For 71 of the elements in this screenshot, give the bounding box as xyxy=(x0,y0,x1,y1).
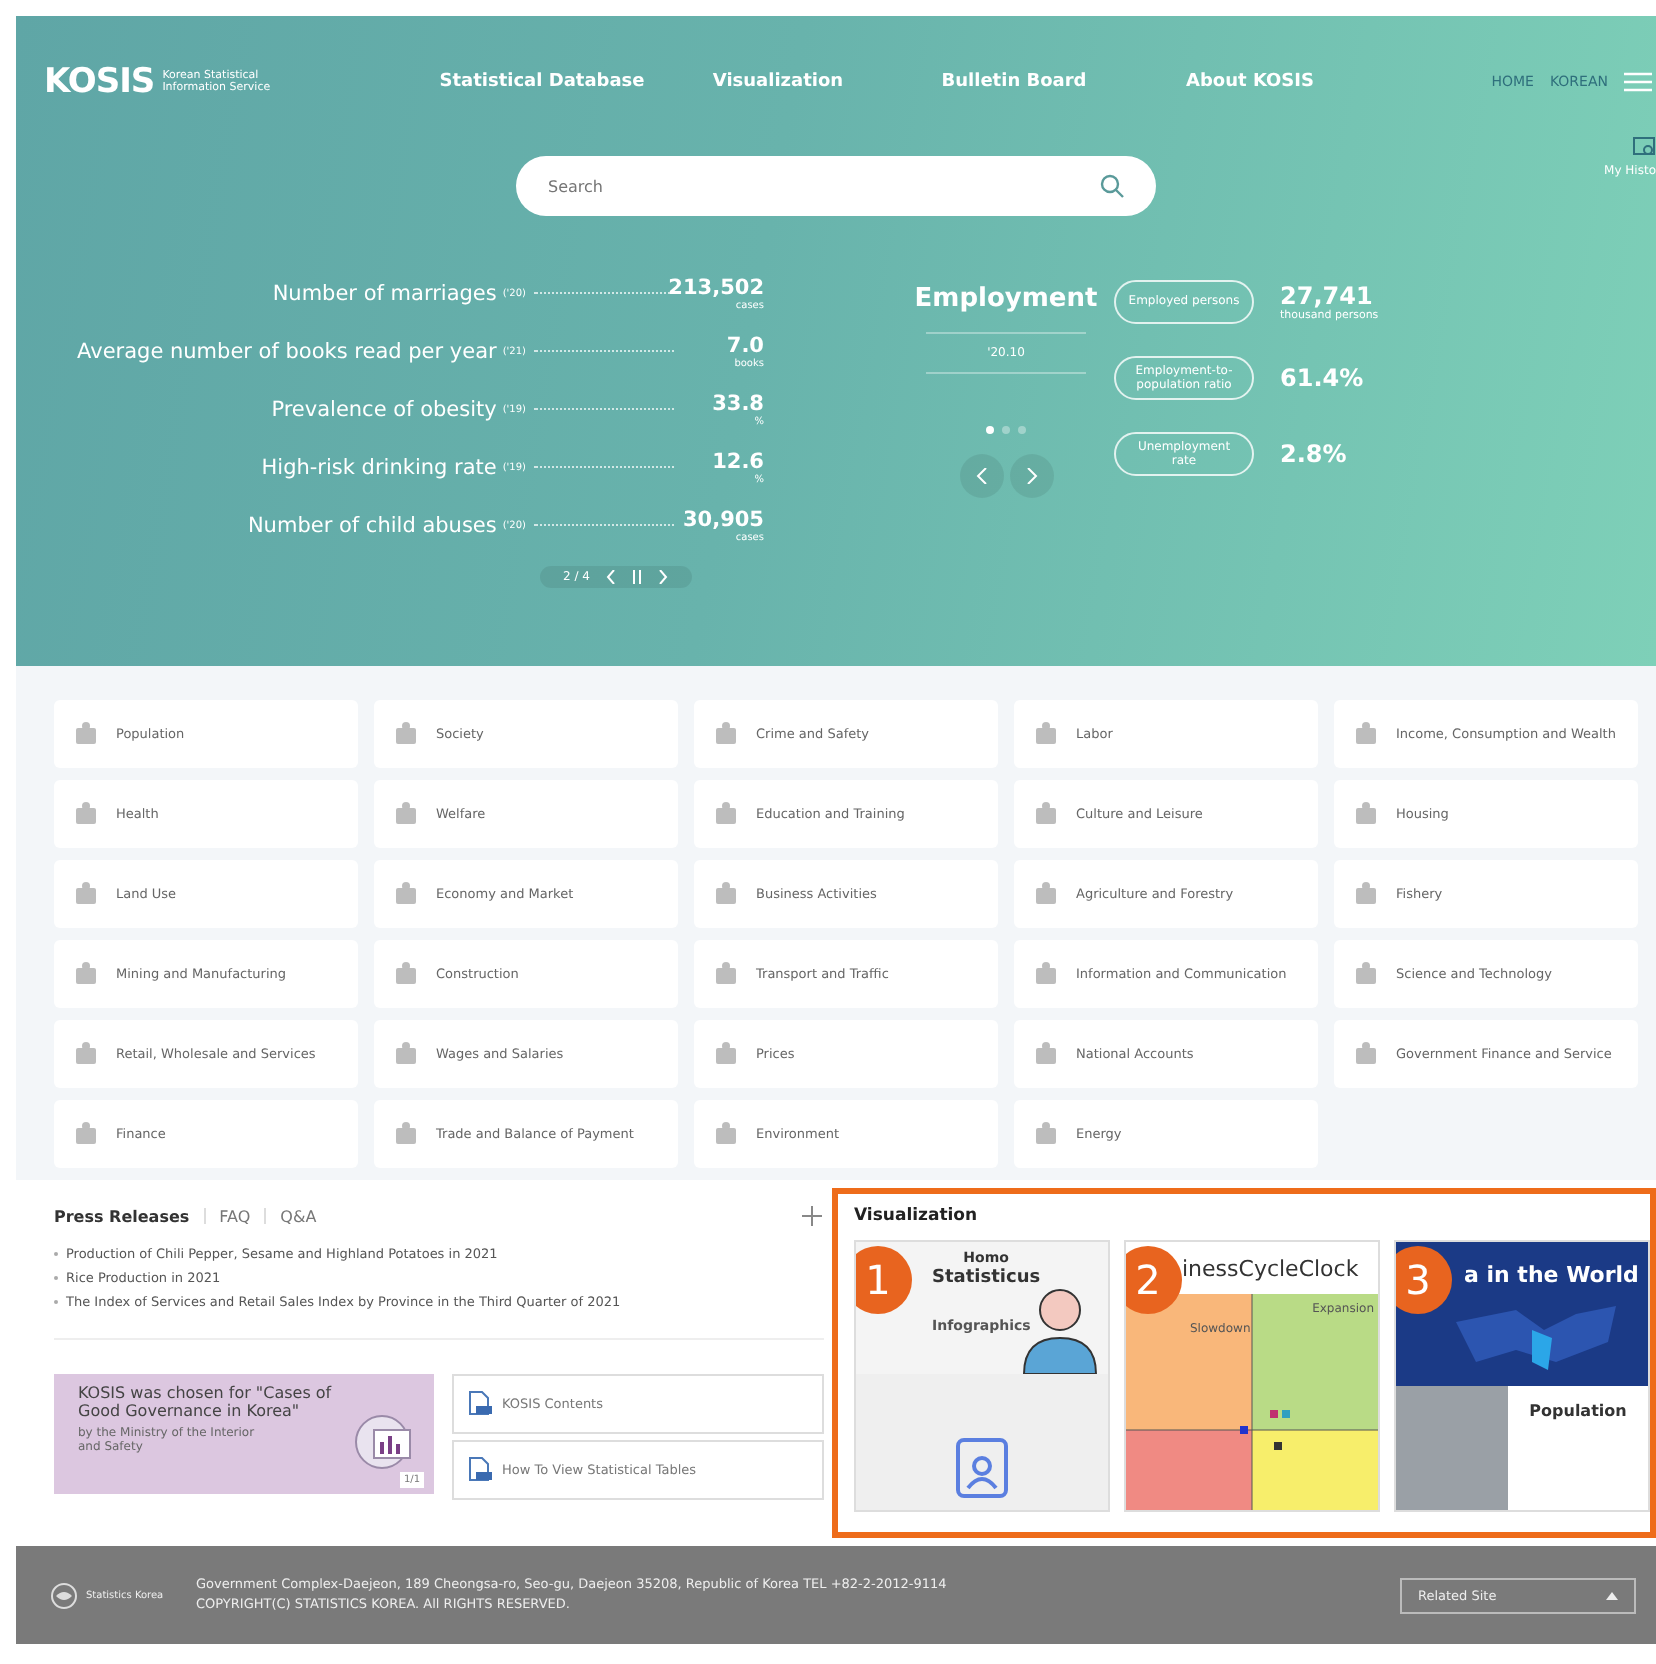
pictogram-icon xyxy=(1032,720,1060,748)
search-icon[interactable] xyxy=(1100,174,1124,198)
pictogram-icon xyxy=(1032,800,1060,828)
pictogram-icon xyxy=(712,720,740,748)
indicator-label: Number of child abuses xyxy=(247,513,497,537)
pictogram-icon xyxy=(72,960,100,988)
pictogram-icon xyxy=(1352,880,1380,908)
indicator-value: 213,502 xyxy=(668,275,764,299)
next-button[interactable] xyxy=(1009,454,1053,498)
pictogram-icon xyxy=(1032,880,1060,908)
pictogram-icon xyxy=(712,1120,740,1148)
pictogram-icon xyxy=(72,1040,100,1068)
document-icon xyxy=(466,1390,494,1418)
menu-icon[interactable] xyxy=(1624,72,1652,92)
indicator-label: High-risk drinking rate xyxy=(261,455,497,479)
id-card-icon xyxy=(956,1438,1008,1498)
pager-dot[interactable] xyxy=(1002,426,1010,434)
indicator-value: 12.6 xyxy=(712,449,764,473)
photo-placeholder xyxy=(1396,1386,1508,1510)
chevron-left-icon xyxy=(975,468,987,484)
indicator-label: Average number of books read per year xyxy=(77,339,497,363)
pictogram-icon xyxy=(392,1120,420,1148)
employment-title: Employment xyxy=(914,284,1098,314)
pictogram-icon xyxy=(712,800,740,828)
pictogram-icon xyxy=(1352,720,1380,748)
indicator-value: 30,905 xyxy=(682,507,764,531)
pictogram-icon xyxy=(712,1040,740,1068)
pictogram-icon xyxy=(1352,800,1380,828)
chevron-left-icon[interactable] xyxy=(606,570,616,584)
board-tab[interactable]: Press Releases xyxy=(54,1207,190,1225)
search-field[interactable]: Search xyxy=(516,156,1156,216)
pictogram-icon xyxy=(712,880,740,908)
pictogram-icon xyxy=(1352,960,1380,988)
pictogram-icon xyxy=(72,880,100,908)
chevron-right-icon xyxy=(1025,468,1037,484)
indicator-value: 33.8 xyxy=(712,391,764,415)
banner-title: KOSIS was chosen for "Cases of Good Governance in Korea" xyxy=(78,1384,334,1421)
indicator-label: Number of marriages xyxy=(272,281,497,305)
metric-value: 2.8% xyxy=(1280,440,1347,468)
plus-icon[interactable] xyxy=(800,1204,824,1228)
previous-button[interactable] xyxy=(959,454,1003,498)
pictogram-icon xyxy=(1032,960,1060,988)
history-icon[interactable] xyxy=(1632,136,1656,158)
pictogram-icon xyxy=(392,720,420,748)
pictogram-icon xyxy=(72,1120,100,1148)
pager-dot[interactable] xyxy=(1018,426,1026,434)
pictogram-icon xyxy=(712,960,740,988)
document-icon xyxy=(466,1456,494,1484)
pictogram-icon xyxy=(1352,1040,1380,1068)
caret-icon xyxy=(1606,1591,1618,1599)
section-title: Visualization xyxy=(854,1206,980,1226)
metric-value: 61.4% xyxy=(1280,364,1364,392)
thumbnail-title: a in the World xyxy=(1464,1262,1639,1288)
indicator-label: Prevalence of obesity xyxy=(271,397,497,421)
pictogram-icon xyxy=(1032,1040,1060,1068)
pager-dot[interactable] xyxy=(986,426,994,434)
board-tab[interactable]: Q&A xyxy=(280,1207,317,1225)
visualization-thumbnail[interactable]: 3 a in the World Population xyxy=(1394,1240,1650,1512)
pictogram-icon xyxy=(1032,1120,1060,1148)
pause-icon[interactable] xyxy=(632,570,642,584)
board-tab[interactable]: FAQ xyxy=(219,1207,251,1225)
pictogram-icon xyxy=(392,1040,420,1068)
chevron-right-icon[interactable] xyxy=(658,570,668,584)
pictogram-icon xyxy=(72,720,100,748)
pictogram-icon xyxy=(392,960,420,988)
indicator-value: 7.0 xyxy=(726,333,764,357)
pictogram-icon xyxy=(392,800,420,828)
pictogram-icon xyxy=(392,880,420,908)
pictogram-icon xyxy=(72,800,100,828)
metric-value: 27,741 xyxy=(1280,282,1375,310)
emblem-icon xyxy=(50,1581,78,1609)
